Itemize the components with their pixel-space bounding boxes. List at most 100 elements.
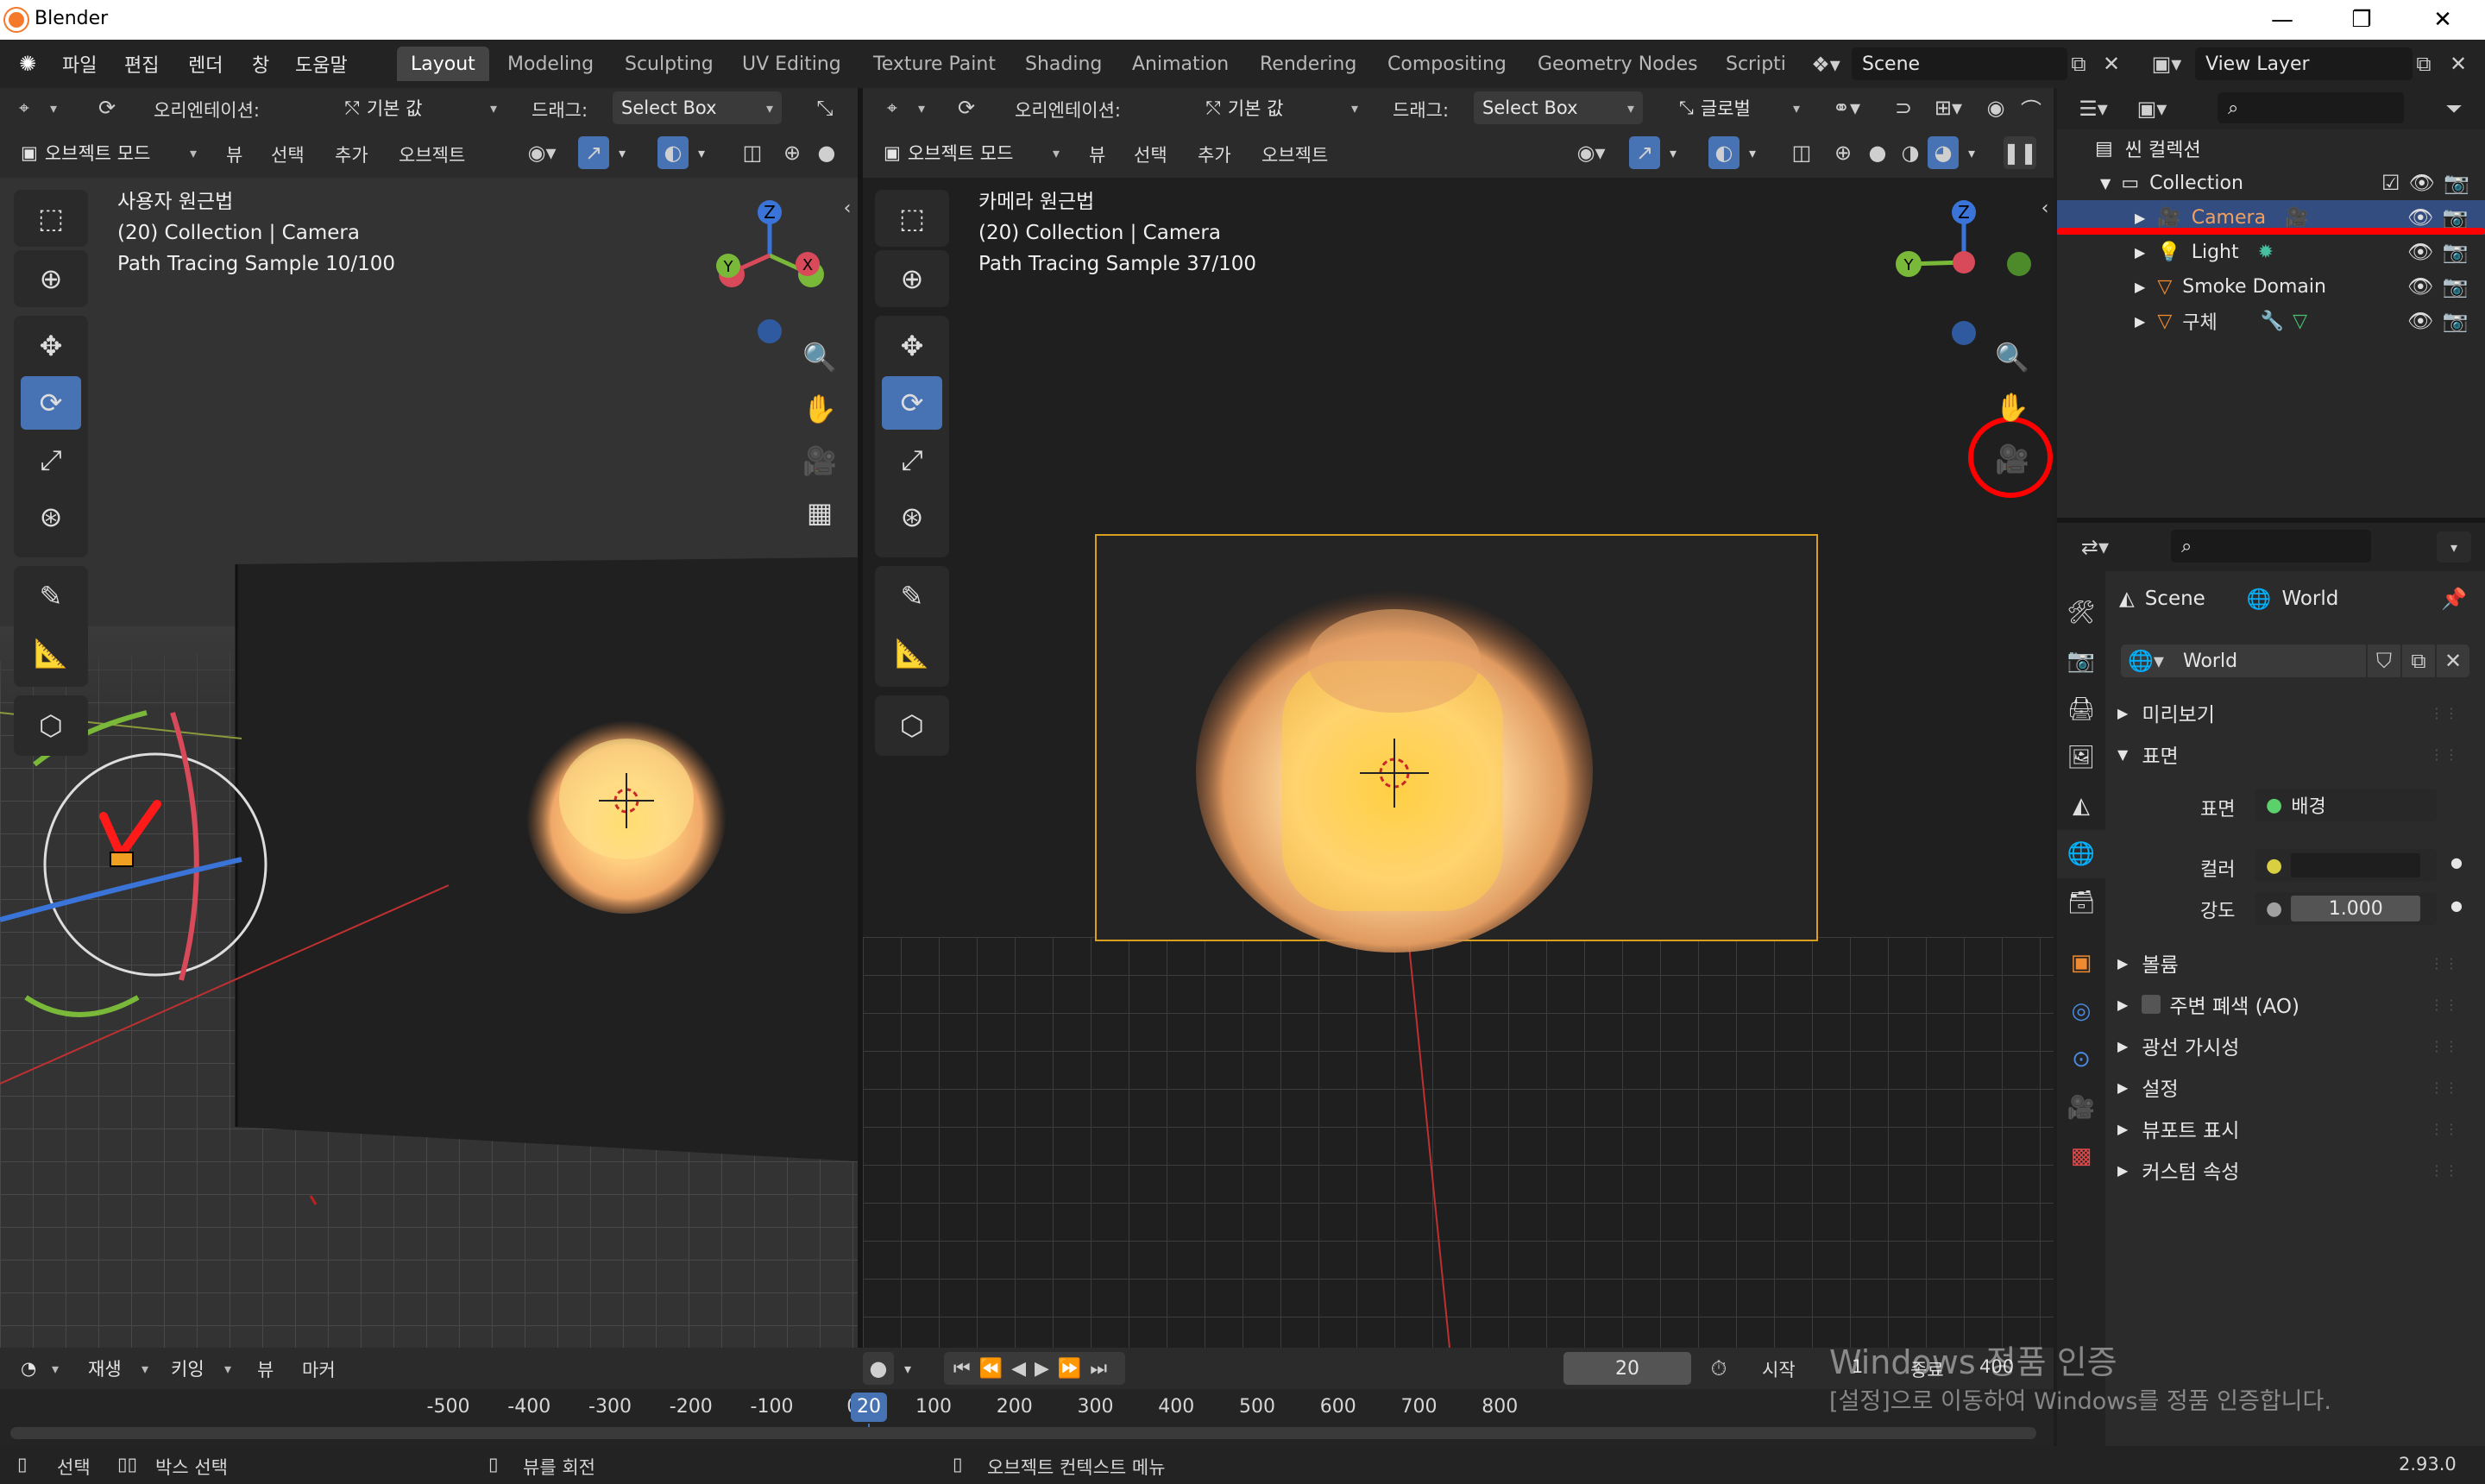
- left-overlay-dropdown-icon[interactable]: ▾: [690, 136, 713, 169]
- right-viewport[interactable]: 카메라 원근법 (20) Collection | Camera Path Tr…: [863, 178, 2054, 1348]
- collection-checkbox-icon[interactable]: ☑: [2381, 171, 2400, 195]
- view-layer-tab-icon[interactable]: 🖼: [2057, 733, 2105, 782]
- right-annotate-tool-icon[interactable]: ✎: [882, 569, 942, 623]
- collection-eye-icon[interactable]: 👁: [2409, 171, 2435, 195]
- sphere-eye-icon[interactable]: 👁: [2407, 309, 2433, 333]
- left-overlay-toggle-icon[interactable]: ◐: [657, 136, 689, 169]
- panel-settings[interactable]: ▶ 설정 ⋮⋮: [2117, 1068, 2471, 1106]
- left-menu-add[interactable]: 추가: [335, 141, 368, 167]
- tab-geometry-nodes[interactable]: Geometry Nodes: [1524, 47, 1712, 81]
- left-viewport[interactable]: 사용자 원근법 (20) Collection | Camera Path Tr…: [0, 178, 858, 1348]
- close-button[interactable]: ✕: [2404, 0, 2482, 40]
- strength-field[interactable]: ● 1.000: [2255, 892, 2437, 925]
- timeline-editor-type-icon[interactable]: ◔ ▾: [12, 1352, 67, 1385]
- object-tab-icon[interactable]: ▣: [2057, 939, 2105, 987]
- world-tab-icon[interactable]: 🌐: [2057, 830, 2105, 878]
- right-solid-shading-icon[interactable]: ●: [1862, 136, 1893, 169]
- left-snap-icon[interactable]: ⤡: [806, 91, 844, 124]
- right-orientation-dropdown[interactable]: ⤲ 기본 값 ▾: [1198, 91, 1367, 124]
- left-menu-view[interactable]: 뷰: [226, 141, 242, 167]
- left-menu-object[interactable]: 오브젝트: [399, 141, 465, 167]
- right-add-cube-tool-icon[interactable]: ⬡: [882, 699, 942, 752]
- panel-preview[interactable]: ▶ 미리보기 ⋮⋮: [2117, 694, 2471, 732]
- tab-modeling[interactable]: Modeling: [494, 47, 607, 81]
- right-shading-dropdown-icon[interactable]: ▾: [1960, 136, 1983, 169]
- right-overlay-toggle-icon[interactable]: ◐: [1708, 136, 1740, 169]
- right-menu-object[interactable]: 오브젝트: [1261, 141, 1328, 167]
- collapse-arrow-icon[interactable]: ▼: [2100, 175, 2111, 192]
- outliner-editor-type-icon[interactable]: ☰▾: [2067, 93, 2119, 124]
- collection-render-camera-icon[interactable]: 📷: [2444, 171, 2469, 195]
- scene-selector-icon[interactable]: ❖▾: [1802, 48, 1850, 81]
- expand-arrow-icon[interactable]: ▶: [2135, 244, 2145, 261]
- right-material-shading-icon[interactable]: ◑: [1895, 136, 1926, 169]
- current-frame-field[interactable]: 20: [1563, 1352, 1691, 1385]
- panel-surface[interactable]: ▼ 표면 ⋮⋮: [2117, 735, 2471, 773]
- right-gizmo-toggle-icon[interactable]: ↗: [1629, 136, 1660, 169]
- texture-tab-icon[interactable]: ▩: [2057, 1132, 2105, 1180]
- expand-arrow-icon[interactable]: ▶: [2135, 210, 2145, 226]
- right-menu-view[interactable]: 뷰: [1089, 141, 1105, 167]
- smoke-domain-eye-icon[interactable]: 👁: [2407, 274, 2433, 299]
- playback-controls[interactable]: ⏮⏪◀▶⏩⏭: [944, 1352, 1125, 1385]
- outliner-filter-icon[interactable]: ⏷: [2437, 93, 2471, 124]
- physics-tab-icon[interactable]: ◎: [2057, 987, 2105, 1035]
- right-camera-view-icon[interactable]: 🎥: [1988, 435, 2036, 483]
- tab-layout[interactable]: Layout: [397, 47, 489, 81]
- tab-compositing[interactable]: Compositing: [1374, 47, 1520, 81]
- right-navigation-gizmo[interactable]: Z Y: [1895, 195, 2041, 350]
- right-overlay-dropdown-icon[interactable]: ▾: [1741, 136, 1764, 169]
- left-transform-tool-icon[interactable]: ⊛: [21, 490, 81, 544]
- left-pan-hand-icon[interactable]: ✋: [796, 385, 844, 433]
- left-zoom-icon[interactable]: 🔍: [796, 333, 844, 381]
- expand-arrow-icon[interactable]: ▶: [2135, 313, 2145, 330]
- right-menu-add[interactable]: 추가: [1198, 141, 1231, 167]
- timeline-marker-menu[interactable]: 마커: [302, 1356, 336, 1382]
- surface-shader-field[interactable]: ● 배경: [2255, 789, 2437, 821]
- left-orientation-dropdown[interactable]: ⤲ 기본 값 ▾: [337, 91, 506, 124]
- right-select-box-tool-icon[interactable]: ⬚: [882, 193, 942, 243]
- camera-eye-icon[interactable]: 👁: [2407, 205, 2433, 230]
- left-camera-view-icon[interactable]: 🎥: [796, 437, 844, 485]
- tab-rendering[interactable]: Rendering: [1246, 47, 1370, 81]
- left-editor-type-icon[interactable]: ⌖ ▾: [10, 91, 66, 124]
- right-move-tool-icon[interactable]: ✥: [882, 319, 942, 373]
- camera-data-icon[interactable]: 🎥: [2285, 207, 2308, 229]
- preview-range-clock-icon[interactable]: ⏱: [1702, 1352, 1736, 1385]
- tool-tab-icon[interactable]: 🛠: [2057, 588, 2105, 637]
- scene-tab-icon[interactable]: ◭: [2057, 782, 2105, 830]
- right-scale-tool-icon[interactable]: ⤢: [882, 433, 942, 487]
- left-measure-tool-icon[interactable]: 📐: [21, 626, 81, 680]
- restore-button[interactable]: ❐: [2323, 0, 2400, 40]
- right-drag-dropdown[interactable]: Select Box ▾: [1474, 91, 1643, 124]
- left-mode-dropdown[interactable]: ▣ 오브젝트 모드 ▾: [12, 136, 205, 169]
- keyframe-dot-icon[interactable]: ●: [2450, 897, 2463, 914]
- menu-window[interactable]: 창: [252, 50, 269, 78]
- menu-file[interactable]: 파일: [62, 50, 97, 78]
- unlink-world-icon[interactable]: ✕: [2437, 645, 2469, 677]
- right-snap-target-icon[interactable]: ⊞▾: [1921, 91, 1976, 124]
- right-visibility-icon[interactable]: ◉▾: [1563, 136, 1619, 169]
- menu-render[interactable]: 렌더: [188, 50, 223, 78]
- right-rendered-shading-icon[interactable]: ◕: [1928, 136, 1959, 169]
- camera-data-tab-icon[interactable]: 🎥: [2057, 1084, 2105, 1132]
- right-gizmo-dropdown-icon[interactable]: ▾: [1662, 136, 1684, 169]
- color-field[interactable]: ●: [2255, 849, 2437, 882]
- right-pivot-point-icon[interactable]: ⚭▾: [1819, 91, 1874, 124]
- modifier-wrench-icon[interactable]: 🔧: [2261, 311, 2284, 332]
- right-sidebar-toggle-icon[interactable]: ‹: [2036, 195, 2054, 221]
- minimize-button[interactable]: —: [2243, 0, 2321, 40]
- left-drag-dropdown[interactable]: Select Box ▾: [613, 91, 782, 124]
- left-navigation-gizmo[interactable]: Z Y X: [704, 195, 842, 350]
- render-tab-icon[interactable]: 📷: [2057, 637, 2105, 685]
- color-swatch[interactable]: [2291, 853, 2421, 877]
- camera-render-icon[interactable]: 📷: [2442, 205, 2468, 230]
- mesh-data-icon[interactable]: ▽: [2293, 311, 2307, 332]
- right-pan-hand-icon[interactable]: ✋: [1988, 383, 2036, 431]
- right-transform-tool-icon[interactable]: ⊛: [882, 490, 942, 544]
- sphere-render-icon[interactable]: 📷: [2442, 309, 2468, 333]
- constraints-tab-icon[interactable]: ⊙: [2057, 1035, 2105, 1084]
- ao-checkbox[interactable]: [2142, 995, 2161, 1014]
- left-select-box-tool-icon[interactable]: ⬚: [21, 193, 81, 243]
- menu-help[interactable]: 도움말: [295, 50, 348, 78]
